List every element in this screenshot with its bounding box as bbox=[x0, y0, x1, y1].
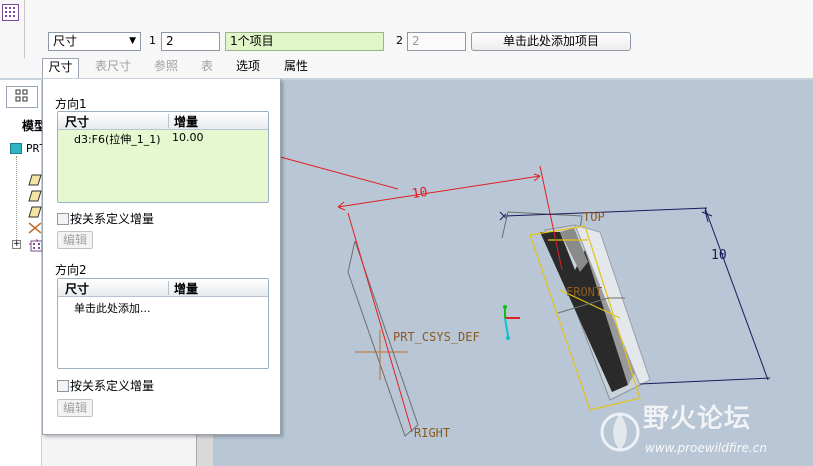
tab-properties[interactable]: 属性 bbox=[284, 58, 308, 77]
table-header: 尺寸 增量 bbox=[58, 112, 268, 130]
tree-structure-icon bbox=[15, 89, 28, 102]
increment-cell[interactable]: 10.00 bbox=[172, 131, 204, 144]
tree-connector bbox=[16, 156, 17, 246]
pattern-dimension-label[interactable]: 10 bbox=[411, 185, 429, 202]
table-row[interactable]: d3:F6(拉伸_1_1) 10.00 bbox=[58, 130, 268, 146]
direction2-label: 2 bbox=[396, 34, 403, 47]
datum-plane-icon[interactable] bbox=[28, 174, 42, 186]
add-item-button[interactable]: 单击此处添加项目 bbox=[471, 32, 631, 51]
checkbox[interactable] bbox=[57, 213, 69, 225]
direction2-relation-checkbox[interactable]: 按关系定义增量 bbox=[57, 377, 154, 394]
model-tree-tab[interactable] bbox=[6, 86, 38, 108]
table-header: 尺寸 增量 bbox=[58, 279, 268, 297]
front-datum-label[interactable]: FRONT bbox=[566, 285, 602, 299]
dimension-cell: d3:F6(拉伸_1_1) bbox=[74, 133, 161, 146]
pattern-grid-icon bbox=[2, 4, 19, 21]
tab-dimensions[interactable]: 尺寸 bbox=[42, 58, 79, 79]
watermark-flame-logo bbox=[600, 412, 640, 452]
tab-table-dimensions[interactable]: 表尺寸 bbox=[95, 58, 131, 77]
tab-table[interactable]: 表 bbox=[201, 58, 213, 77]
dimensions-panel: 方向1 尺寸 增量 d3:F6(拉伸_1_1) 10.00 按关系定义增量 编辑… bbox=[42, 79, 281, 435]
column-header-increment: 增量 bbox=[174, 282, 199, 296]
direction2-count-input[interactable]: 2 bbox=[407, 32, 466, 51]
add-dimension-placeholder[interactable]: 单击此处添加... bbox=[74, 300, 151, 316]
top-datum-label[interactable]: TOP bbox=[583, 210, 605, 224]
datum-plane-icon[interactable] bbox=[28, 206, 42, 218]
height-dimension-label[interactable]: 10 bbox=[711, 248, 727, 263]
expand-icon[interactable]: + bbox=[12, 240, 21, 249]
direction1-relation-checkbox[interactable]: 按关系定义增量 bbox=[57, 210, 154, 227]
tab-references[interactable]: 参照 bbox=[154, 58, 178, 77]
column-header-dimension: 尺寸 bbox=[65, 282, 90, 296]
column-separator bbox=[168, 114, 169, 128]
chevron-down-icon: ▼ bbox=[129, 36, 136, 46]
csys-label[interactable]: PRT_CSYS_DEF bbox=[393, 330, 480, 344]
direction1-title: 方向1 bbox=[55, 97, 87, 111]
direction1-edit-button[interactable]: 编辑 bbox=[57, 231, 93, 249]
checkbox-label: 按关系定义增量 bbox=[70, 379, 155, 393]
direction1-table[interactable]: 尺寸 增量 d3:F6(拉伸_1_1) 10.00 bbox=[57, 111, 269, 203]
column-header-increment: 增量 bbox=[174, 115, 199, 129]
checkbox-label: 按关系定义增量 bbox=[70, 212, 155, 226]
watermark-url: www.proewildfire.cn bbox=[645, 441, 767, 455]
ribbon-divider bbox=[24, 0, 25, 58]
tab-options[interactable]: 选项 bbox=[236, 58, 260, 77]
watermark-title: 野火论坛 bbox=[643, 404, 752, 434]
column-header-dimension: 尺寸 bbox=[65, 115, 90, 129]
column-separator bbox=[168, 281, 169, 295]
pattern-type-value: 尺寸 bbox=[53, 34, 78, 48]
pattern-dashboard: 尺寸 ▼ 1 2 1个项目 2 2 单击此处添加项目 尺寸 表尺寸 参照 表 选… bbox=[0, 0, 813, 79]
direction2-title: 方向2 bbox=[55, 263, 87, 277]
model-tree: 模型 PRT + bbox=[0, 80, 46, 466]
right-datum-label[interactable]: RIGHT bbox=[414, 426, 450, 440]
checkbox[interactable] bbox=[57, 380, 69, 392]
direction1-items-collector[interactable]: 1个项目 bbox=[225, 32, 384, 51]
direction2-edit-button[interactable]: 编辑 bbox=[57, 399, 93, 417]
csys-icon[interactable] bbox=[28, 222, 42, 234]
datum-plane-icon[interactable] bbox=[28, 190, 42, 202]
table-row-placeholder[interactable]: 单击此处添加... bbox=[58, 297, 268, 316]
view-triad bbox=[503, 305, 520, 340]
graphics-left-strip bbox=[196, 430, 213, 466]
direction2-table[interactable]: 尺寸 增量 单击此处添加... bbox=[57, 278, 269, 369]
part-icon bbox=[10, 143, 22, 154]
pattern-type-select[interactable]: 尺寸 ▼ bbox=[48, 32, 141, 51]
direction1-label: 1 bbox=[149, 34, 156, 47]
direction1-count-input[interactable]: 2 bbox=[161, 32, 220, 51]
